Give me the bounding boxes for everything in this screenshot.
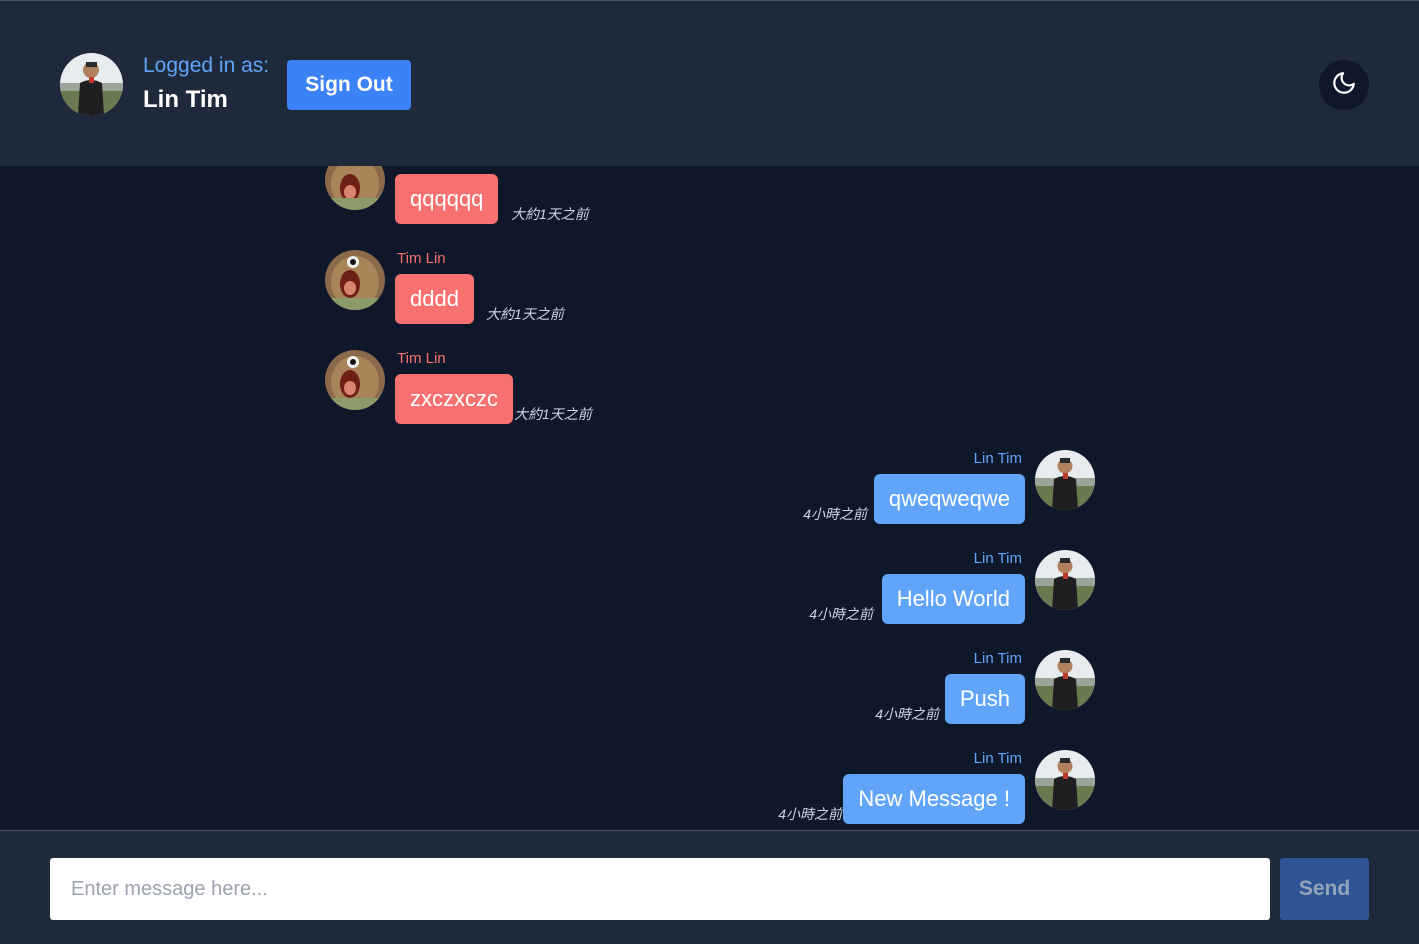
message-time: 大約1天之前 bbox=[511, 206, 589, 222]
sender-avatar bbox=[325, 166, 385, 210]
message-time: 4小時之前 bbox=[875, 706, 939, 722]
message-input[interactable] bbox=[50, 858, 1270, 920]
message-composer: Send bbox=[0, 830, 1419, 944]
message-time: 大約1天之前 bbox=[514, 406, 592, 422]
message-bubble: Hello World bbox=[881, 574, 1025, 624]
moon-icon bbox=[1331, 70, 1357, 101]
message-author: Tim Lin bbox=[397, 350, 446, 367]
message-bubble: dddd bbox=[395, 274, 474, 324]
sender-avatar bbox=[1035, 750, 1095, 810]
chat-page: Logged in as: Lin Tim Sign Out qqqqqq 大約… bbox=[0, 0, 1419, 944]
sender-avatar bbox=[325, 250, 385, 310]
message-time: 4小時之前 bbox=[803, 506, 867, 522]
current-user-avatar bbox=[60, 53, 123, 116]
message-bubble: qqqqqq bbox=[395, 174, 499, 224]
message-time: 4小時之前 bbox=[809, 606, 873, 622]
sign-out-button[interactable]: Sign Out bbox=[287, 60, 411, 110]
message-time: 4小時之前 bbox=[778, 806, 842, 822]
message-author: Lin Tim bbox=[973, 550, 1022, 567]
message-list[interactable]: qqqqqq 大約1天之前 Tim Lin dddd 大約1天之前 Tim Li… bbox=[0, 166, 1419, 830]
sender-avatar bbox=[1035, 650, 1095, 710]
message-author: Lin Tim bbox=[973, 750, 1022, 767]
message-author: Lin Tim bbox=[973, 650, 1022, 667]
theme-toggle-button[interactable] bbox=[1319, 60, 1369, 110]
message-author: Tim Lin bbox=[397, 250, 446, 267]
send-button[interactable]: Send bbox=[1280, 858, 1369, 920]
sender-avatar bbox=[1035, 450, 1095, 510]
current-user-name: Lin Tim bbox=[143, 86, 228, 113]
sender-avatar bbox=[1035, 550, 1095, 610]
message-author: Lin Tim bbox=[973, 450, 1022, 467]
message-bubble: zxczxczc bbox=[395, 374, 513, 424]
logged-in-label: Logged in as: bbox=[143, 54, 270, 77]
message-bubble: Push bbox=[944, 674, 1025, 724]
app-header: Logged in as: Lin Tim Sign Out bbox=[0, 0, 1419, 166]
message-bubble: New Message ! bbox=[843, 774, 1025, 824]
message-time: 大約1天之前 bbox=[486, 306, 564, 322]
message-bubble: qweqweqwe bbox=[873, 474, 1025, 524]
sender-avatar bbox=[325, 350, 385, 410]
